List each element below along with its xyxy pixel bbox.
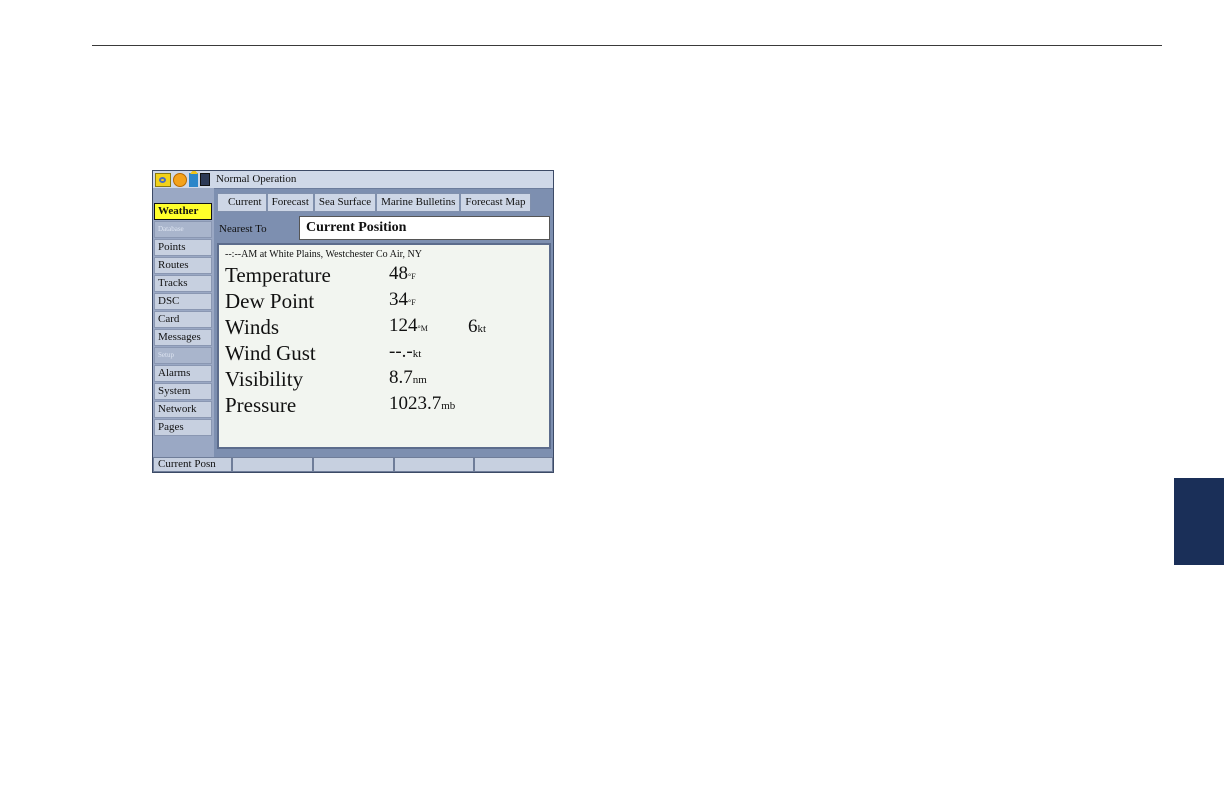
softkey-5[interactable] [474,457,553,472]
winds-label: Winds [225,315,279,339]
chartplotter-screen: Normal Operation Weather Database Points… [152,170,554,473]
visibility-value: 8.7nm [389,367,427,389]
menu-item-tracks[interactable]: Tracks [154,275,212,292]
softkey-3[interactable] [313,457,394,472]
visibility-unit: nm [412,374,427,386]
dew-point-number: 34 [389,289,408,310]
temperature-label: Temperature [225,263,331,287]
wind-gust-number: --.- [389,341,413,362]
tab-forecast-map[interactable]: Forecast Map [460,193,531,212]
menu-item-points[interactable]: Points [154,239,212,256]
pressure-unit: mb [441,400,456,412]
winds-speed-unit: kt [477,323,487,335]
main-menu: Weather Database Points Routes Tracks DS… [153,188,214,458]
wind-gust-value: --.-kt [389,341,421,363]
menu-item-routes[interactable]: Routes [154,257,212,274]
station-report: --:--AM at White Plains, Westchester Co … [225,249,423,260]
wind-gust-unit: kt [412,348,422,360]
winds-speed: 6kt [468,316,486,338]
nearest-to-label: Nearest To [219,223,267,235]
wind-gust-label: Wind Gust [225,341,316,365]
card-icon [200,173,210,186]
tab-marine-bulletins[interactable]: Marine Bulletins [376,193,461,212]
tab-sea-surface[interactable]: Sea Surface [313,193,377,212]
temperature-row: Temperature 48°F [225,263,545,289]
menu-item-system[interactable]: System [154,383,212,400]
pressure-row: Pressure 1023.7mb [225,393,545,419]
dew-point-label: Dew Point [225,289,315,313]
winds-direction: 124°M [389,315,428,337]
menu-header-database: Database [154,221,212,238]
weather-tabs: Current Forecast Sea Surface Marine Bull… [217,193,531,212]
softkey-current-posn[interactable]: Current Posn [153,457,232,472]
tab-current[interactable]: Current [217,193,267,212]
section-thumb-tab [1174,478,1224,565]
status-icons [155,171,214,187]
wind-gust-row: Wind Gust --.-kt [225,341,545,367]
nearest-to-field[interactable]: Current Position [299,216,550,240]
satellite-icon [155,172,171,187]
visibility-label: Visibility [225,367,304,391]
winds-speed-number: 6 [468,316,478,337]
menu-item-alarms[interactable]: Alarms [154,365,212,382]
dew-point-row: Dew Point 34°F [225,289,545,315]
title-bar: Normal Operation [153,171,553,189]
menu-item-network[interactable]: Network [154,401,212,418]
pressure-number: 1023.7 [389,393,442,414]
menu-item-pages[interactable]: Pages [154,419,212,436]
visibility-number: 8.7 [389,367,413,388]
page-header-rule [92,45,1162,46]
temperature-unit: °F [408,272,416,281]
softkey-4[interactable] [394,457,474,472]
dew-point-unit: °F [408,298,416,307]
dew-point-value: 34°F [389,289,416,311]
temperature-number: 48 [389,263,408,284]
visibility-row: Visibility 8.7nm [225,367,545,393]
winds-direction-unit: °M [417,324,428,333]
softkey-2[interactable] [232,457,313,472]
pressure-label: Pressure [225,393,297,417]
menu-item-weather[interactable]: Weather [154,203,212,220]
pressure-value: 1023.7mb [389,393,455,415]
softkey-bar: Current Posn [153,457,553,472]
current-weather-panel: --:--AM at White Plains, Westchester Co … [217,243,551,449]
screen-title: Normal Operation [216,173,297,185]
sun-icon [173,172,187,187]
house-icon [189,171,198,187]
winds-row: Winds 124°M 6kt [225,315,545,341]
winds-direction-number: 124 [389,315,418,336]
tab-forecast[interactable]: Forecast [266,193,314,212]
menu-header-setup: Setup [154,347,212,364]
menu-item-messages[interactable]: Messages [154,329,212,346]
menu-item-card[interactable]: Card [154,311,212,328]
menu-item-dsc[interactable]: DSC [154,293,212,310]
temperature-value: 48°F [389,263,416,285]
